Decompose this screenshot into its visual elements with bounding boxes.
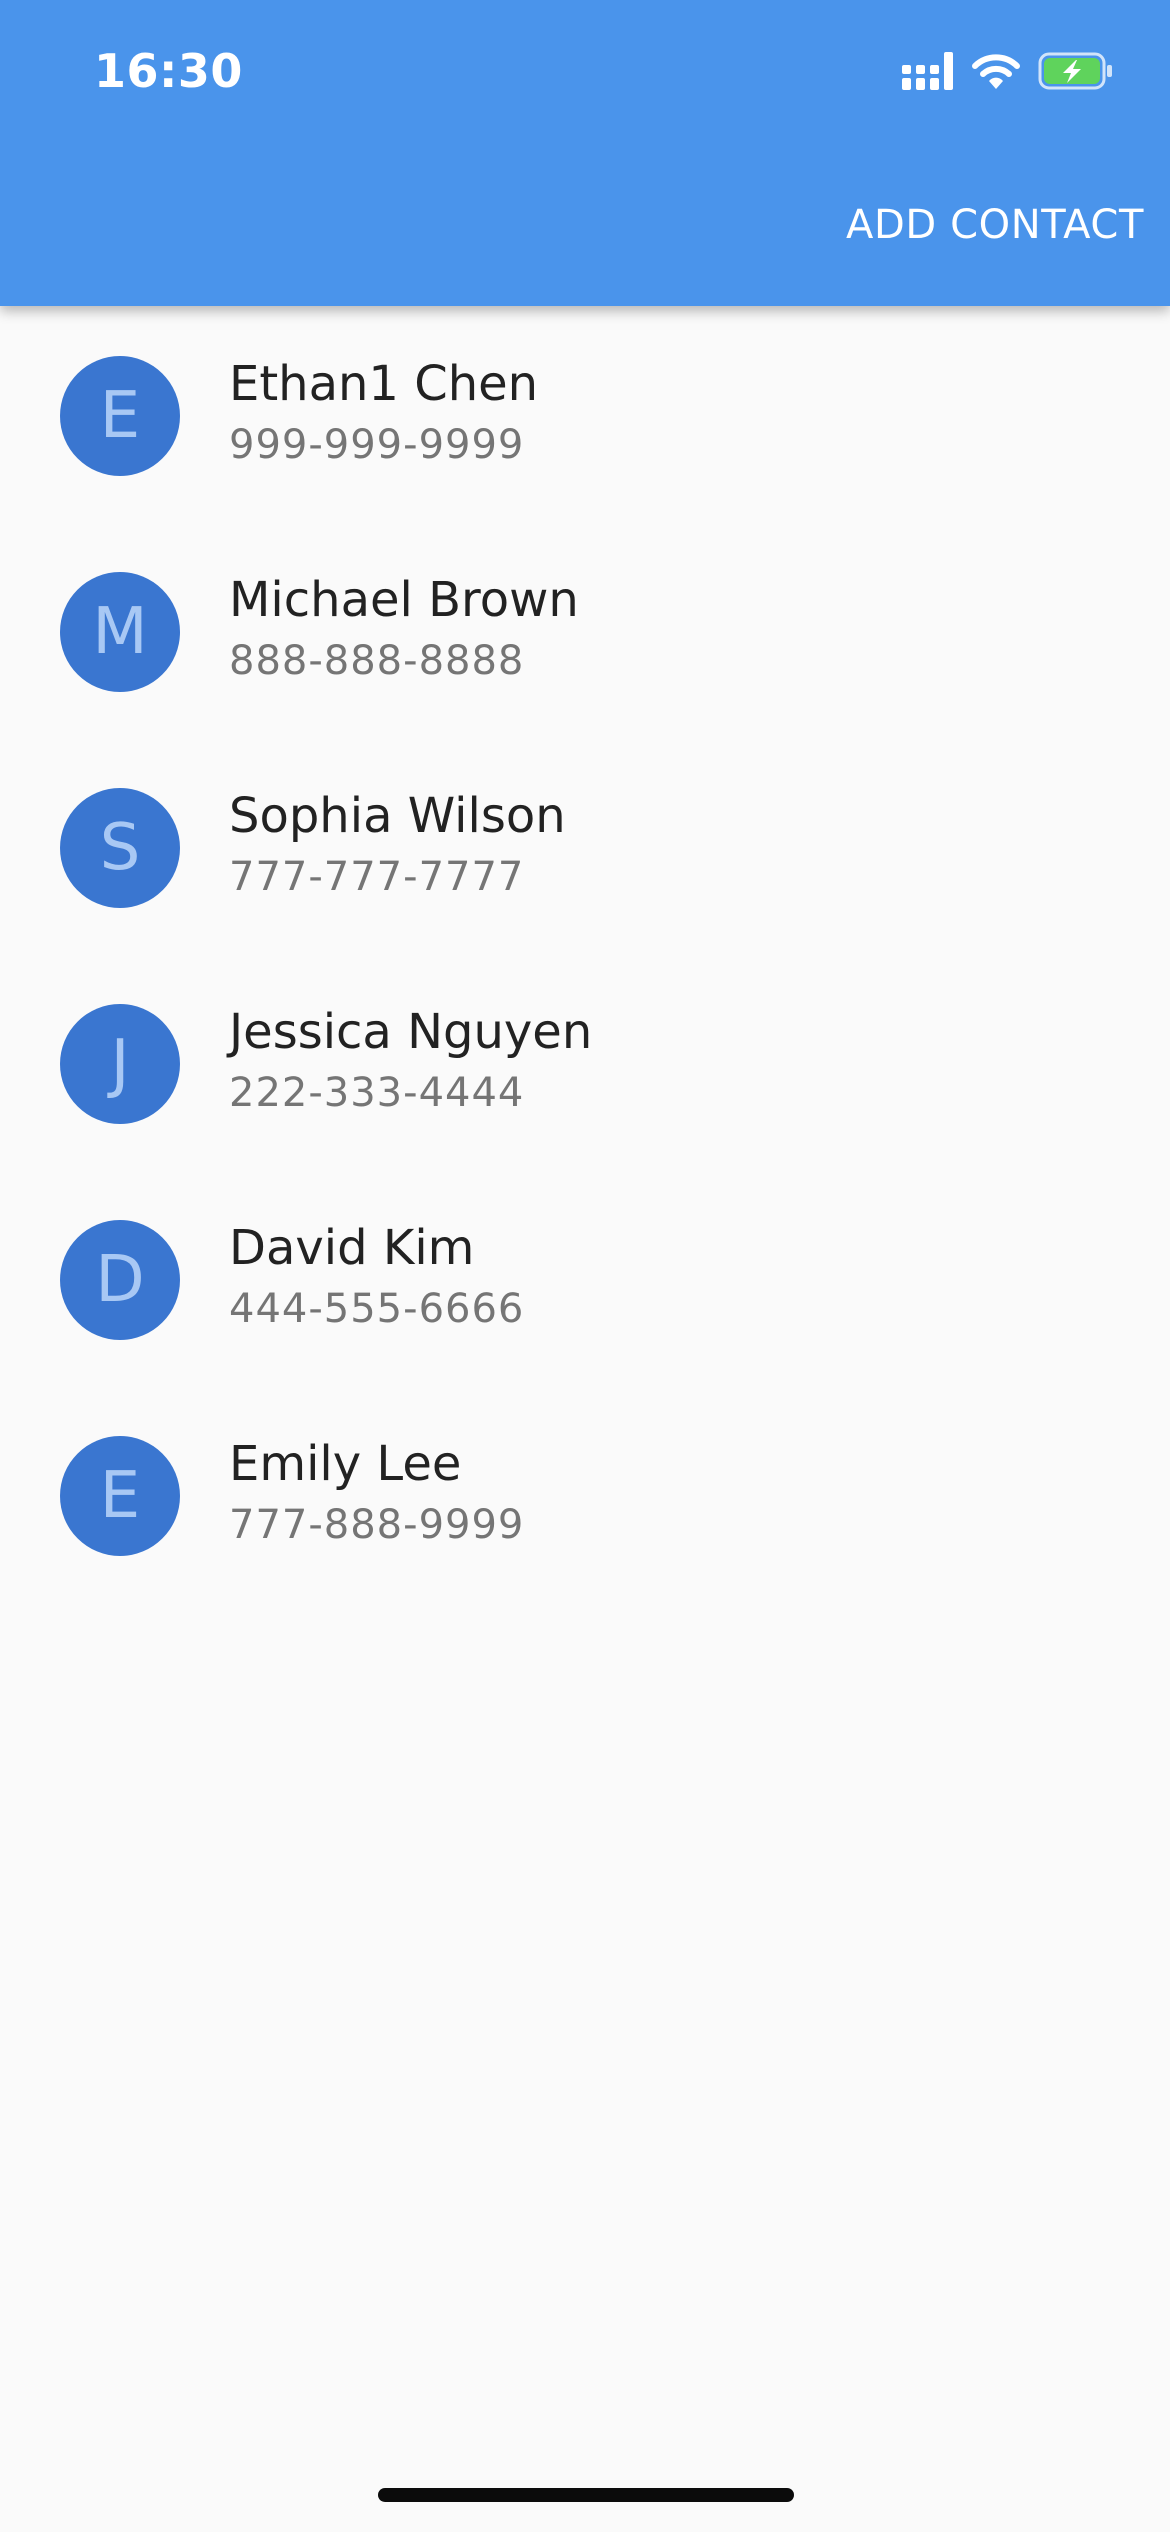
status-icons: [902, 50, 1114, 96]
contact-row[interactable]: E Ethan1 Chen 999-999-9999: [0, 306, 1170, 522]
contact-phone: 222-333-4444: [229, 1070, 525, 1116]
contact-phone: 777-888-9999: [229, 1502, 525, 1548]
contact-row[interactable]: E Emily Lee 777-888-9999: [0, 1386, 1170, 1602]
contact-phone: 444-555-6666: [229, 1286, 525, 1332]
contact-name: Jessica Nguyen: [229, 1004, 593, 1060]
contact-name: David Kim: [229, 1220, 475, 1276]
contact-row[interactable]: M Michael Brown 888-888-8888: [0, 522, 1170, 738]
home-indicator[interactable]: [378, 2488, 794, 2502]
contact-avatar: S: [60, 788, 180, 908]
contact-name: Ethan1 Chen: [229, 356, 539, 412]
contact-avatar: J: [60, 1004, 180, 1124]
cellular-signal-icon: [902, 52, 954, 94]
contact-phone: 777-777-7777: [229, 854, 525, 900]
contact-row[interactable]: D David Kim 444-555-6666: [0, 1170, 1170, 1386]
contact-row[interactable]: S Sophia Wilson 777-777-7777: [0, 738, 1170, 954]
contact-phone: 888-888-8888: [229, 638, 525, 684]
contact-avatar: E: [60, 1436, 180, 1556]
contact-name: Emily Lee: [229, 1436, 462, 1492]
wifi-icon: [972, 52, 1020, 94]
contact-phone: 999-999-9999: [229, 422, 525, 468]
add-contact-button[interactable]: ADD CONTACT: [846, 196, 1144, 254]
app-bar: 16:30 ADD CONTACT: [0, 0, 1170, 306]
contact-avatar: D: [60, 1220, 180, 1340]
contact-row[interactable]: J Jessica Nguyen 222-333-4444: [0, 954, 1170, 1170]
contact-avatar: M: [60, 572, 180, 692]
contact-name: Sophia Wilson: [229, 788, 566, 844]
status-time: 16:30: [94, 44, 243, 98]
battery-charging-icon: [1038, 51, 1114, 95]
contact-name: Michael Brown: [229, 572, 579, 628]
contact-list: E Ethan1 Chen 999-999-9999 M Michael Bro…: [0, 306, 1170, 1602]
contact-avatar: E: [60, 356, 180, 476]
